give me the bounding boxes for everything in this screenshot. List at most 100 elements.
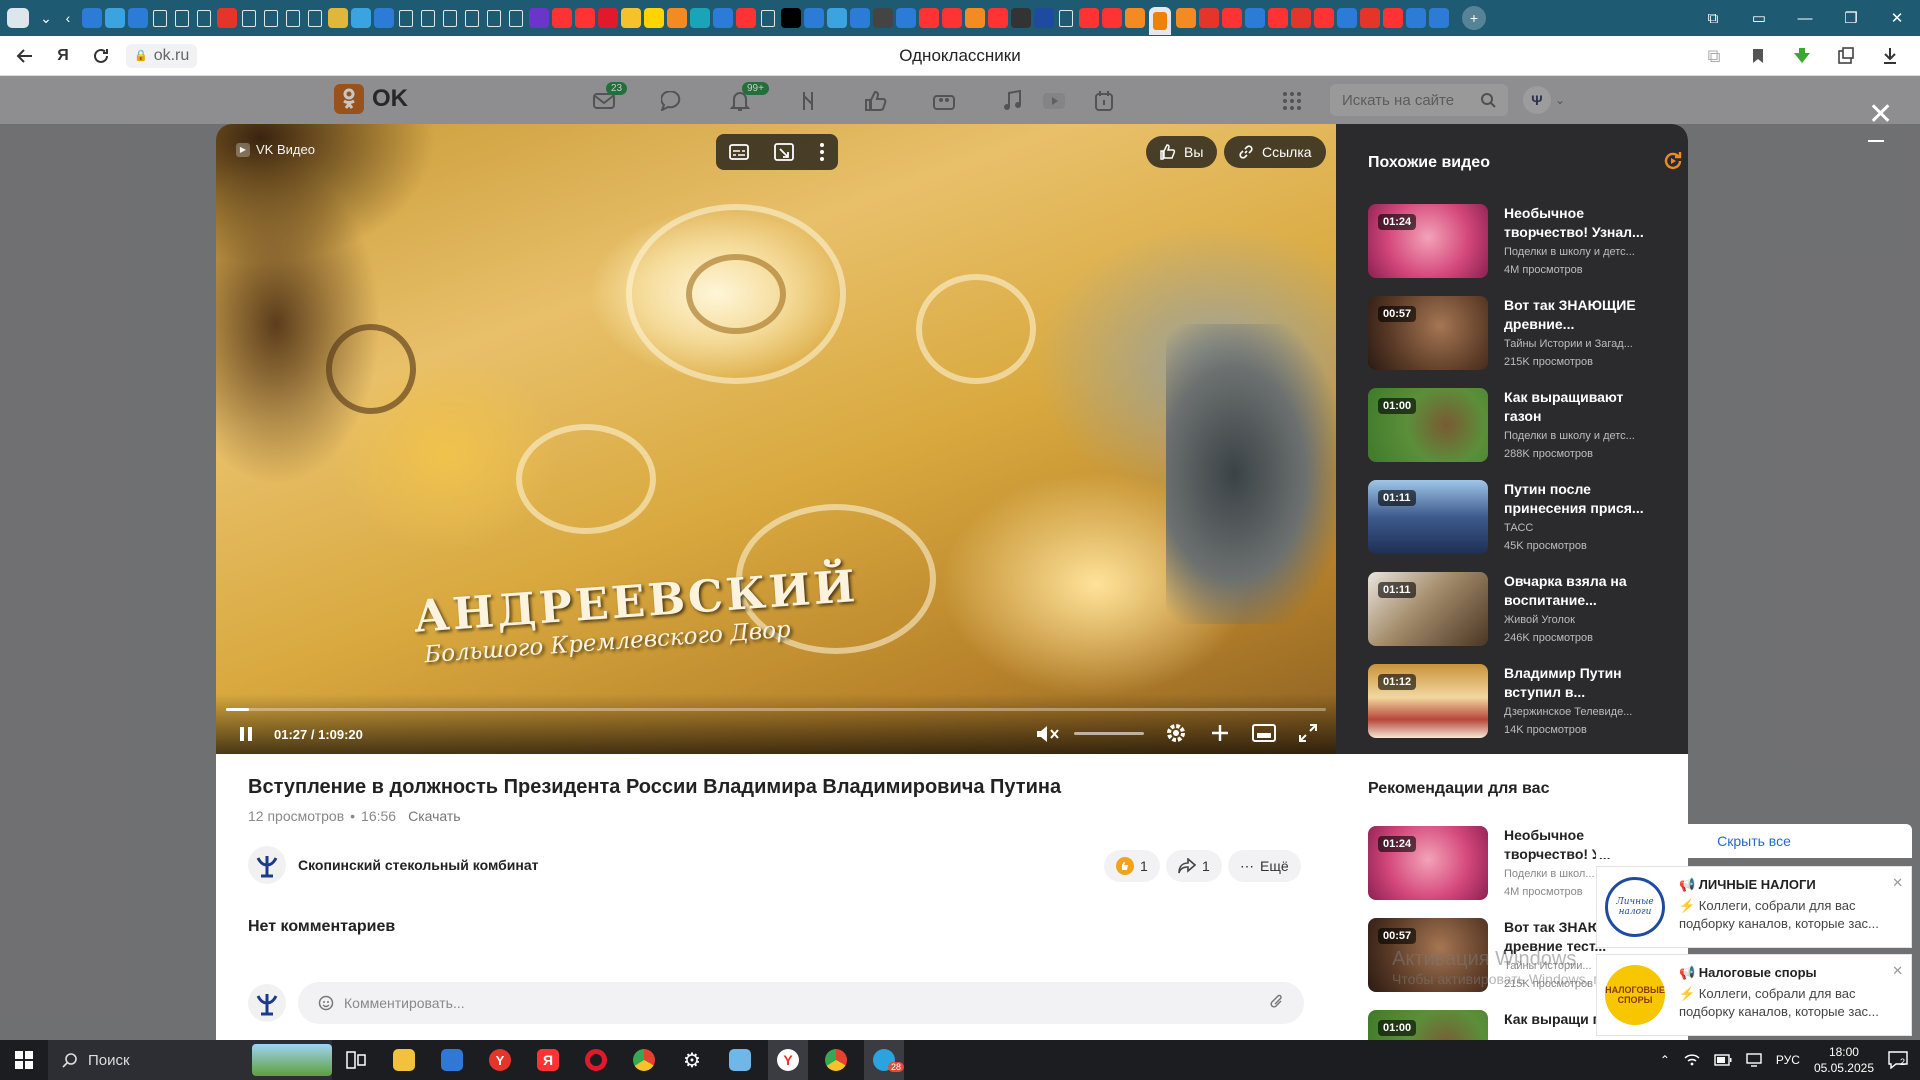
new-tab-button[interactable]: + [1458,4,1490,32]
downloads-icon[interactable] [1868,38,1912,74]
chevron-down-icon[interactable]: ⌄ [36,4,56,32]
close-icon[interactable]: ✕ [1892,963,1903,979]
video-item-title[interactable]: Владимир Путин вступил в... [1504,664,1654,702]
video-item-title[interactable]: Овчарка взяла на воспитание... [1504,572,1654,610]
video-item-title[interactable]: Вот так ЗНАЮЩИЕ древние... [1504,296,1654,334]
video-thumbnail[interactable]: 01:11 [1368,572,1488,646]
browser-tab-favicon[interactable] [153,9,167,27]
attach-icon[interactable] [1270,994,1284,1010]
browser-tab-favicon[interactable] [895,8,916,28]
clock[interactable]: 18:00 05.05.2025 [1814,1044,1874,1076]
settings-app-icon[interactable]: ⚙ [672,1040,712,1080]
browser-tab-favicon[interactable] [735,8,756,28]
browser-tab-favicon[interactable] [399,9,413,27]
browser-tab-favicon[interactable] [1382,8,1403,28]
author-avatar[interactable] [248,846,286,884]
tabs-back-icon[interactable]: ‹ [56,4,80,32]
battery-icon[interactable] [1714,1054,1732,1066]
browser-tab-favicon[interactable] [918,8,939,28]
theater-mode-icon[interactable] [1250,720,1278,746]
vk-video-brand[interactable]: ▶ VK Видео [236,142,315,157]
browser-tab-favicon[interactable] [127,8,148,28]
window-close-button[interactable]: ✕ [1874,0,1920,36]
telegram-app-icon[interactable]: 28 [864,1040,905,1080]
browser-tab-favicon[interactable] [643,8,664,28]
store-app-icon[interactable] [432,1040,472,1080]
opera-app-icon[interactable] [576,1040,616,1080]
browser-tab-favicon[interactable] [443,9,457,27]
browser-tab-favicon[interactable] [104,8,125,28]
chrome2-app-icon[interactable] [816,1040,856,1080]
tabs-menu-icon[interactable] [0,4,36,32]
browser-tab-favicon[interactable] [264,9,278,27]
video-thumbnail[interactable]: 01:00 [1368,1010,1488,1040]
browser-tab-favicon[interactable] [1359,8,1380,28]
browser-tab-favicon[interactable] [175,9,189,27]
close-icon[interactable]: ✕ [1892,875,1903,891]
video-list-item[interactable]: 01:11 Овчарка взяла на воспитание... Живой… [1368,572,1668,646]
active-tab[interactable] [1149,7,1171,35]
browser-tab-favicon[interactable] [761,9,775,27]
comment-input[interactable]: Комментировать... [298,982,1304,1024]
browser-tab-favicon[interactable] [1244,8,1265,28]
browser-tab-favicon[interactable] [81,8,102,28]
back-arrow-icon[interactable] [6,38,44,74]
browser-tab-favicon[interactable] [574,8,595,28]
subtitles-icon[interactable] [728,144,749,160]
explorer-app-icon[interactable] [384,1040,424,1080]
player-link-button[interactable]: Ссылка [1224,136,1326,168]
hide-all-notifications[interactable]: Скрыть все [1596,824,1912,858]
task-view-icon[interactable] [336,1040,376,1080]
start-button[interactable] [0,1040,48,1080]
browser-tab-favicon[interactable] [286,9,300,27]
browser-tab-favicon[interactable] [373,8,394,28]
browser-tab-favicon[interactable] [1221,8,1242,28]
browser-tab-favicon[interactable] [941,8,962,28]
yandex-app-icon[interactable]: Y [480,1040,520,1080]
browser-tab-favicon[interactable] [1313,8,1334,28]
browser-tab-favicon[interactable] [826,8,847,28]
browser-tab-favicon[interactable] [872,8,893,28]
browser-tab-favicon[interactable] [216,8,237,28]
browser-tab-favicon[interactable] [308,9,322,27]
browser-tab-favicon[interactable] [1405,8,1426,28]
video-thumbnail[interactable]: 01:11 [1368,480,1488,554]
browser-tab-favicon[interactable] [509,9,523,27]
monitor-icon[interactable] [1746,1053,1762,1067]
video-item-title[interactable]: Необычное творчество! Узнал... [1504,204,1654,242]
video-list-item[interactable]: 01:24 Необычное творчество! Узнал... Подел… [1368,204,1668,278]
window-minimize-button[interactable]: — [1782,0,1828,36]
browser-tab-favicon[interactable] [964,8,985,28]
browser-tab-favicon[interactable] [849,8,870,28]
browser-tab-favicon[interactable] [1428,8,1449,28]
browser-tab-favicon[interactable] [350,8,371,28]
browser-tab-favicon[interactable] [1124,8,1145,28]
video-list-item[interactable]: 01:11 Путин после принесения прися... ТАСС… [1368,480,1668,554]
video-list-item[interactable]: 01:00 Как выращивают газон Поделки в школу… [1368,388,1668,462]
browser-tab-favicon[interactable] [1059,9,1073,27]
browser-tab-favicon[interactable] [1010,8,1031,28]
refresh-icon[interactable] [1662,150,1684,172]
video-thumbnail[interactable]: 01:12 [1368,664,1488,738]
browser-tab-favicon[interactable] [1336,8,1357,28]
window-restore-button[interactable]: ❐ [1828,0,1874,36]
control-panel-app-icon[interactable] [720,1040,760,1080]
browser-tab-favicon[interactable] [1198,8,1219,28]
video-thumbnail[interactable]: 01:24 [1368,204,1488,278]
browser-tab-favicon[interactable] [1290,8,1311,28]
more-button[interactable]: ⋯ Ещё [1228,850,1301,882]
language-indicator[interactable]: РУС [1776,1053,1800,1067]
browser-tab-favicon[interactable] [597,8,618,28]
browser-tab-favicon[interactable] [1267,8,1288,28]
browser-tab-favicon[interactable] [528,8,549,28]
extensions-icon[interactable] [1824,38,1868,74]
yandex-browser-app-icon[interactable]: Я [528,1040,568,1080]
bookmark-icon[interactable] [1736,38,1780,74]
browser-tab-favicon[interactable] [487,9,501,27]
download-link[interactable]: Скачать [408,808,461,824]
yandex-icon[interactable]: Я [44,38,82,74]
video-author[interactable]: Скопинский стекольный комбинат [248,846,538,884]
browser-tab-favicon[interactable] [551,8,572,28]
notification-card[interactable]: Личные налоги 📢 ЛИЧНЫЕ НАЛОГИ ⚡ Коллеги,… [1596,866,1912,948]
browser-tab-favicon[interactable] [712,8,733,28]
